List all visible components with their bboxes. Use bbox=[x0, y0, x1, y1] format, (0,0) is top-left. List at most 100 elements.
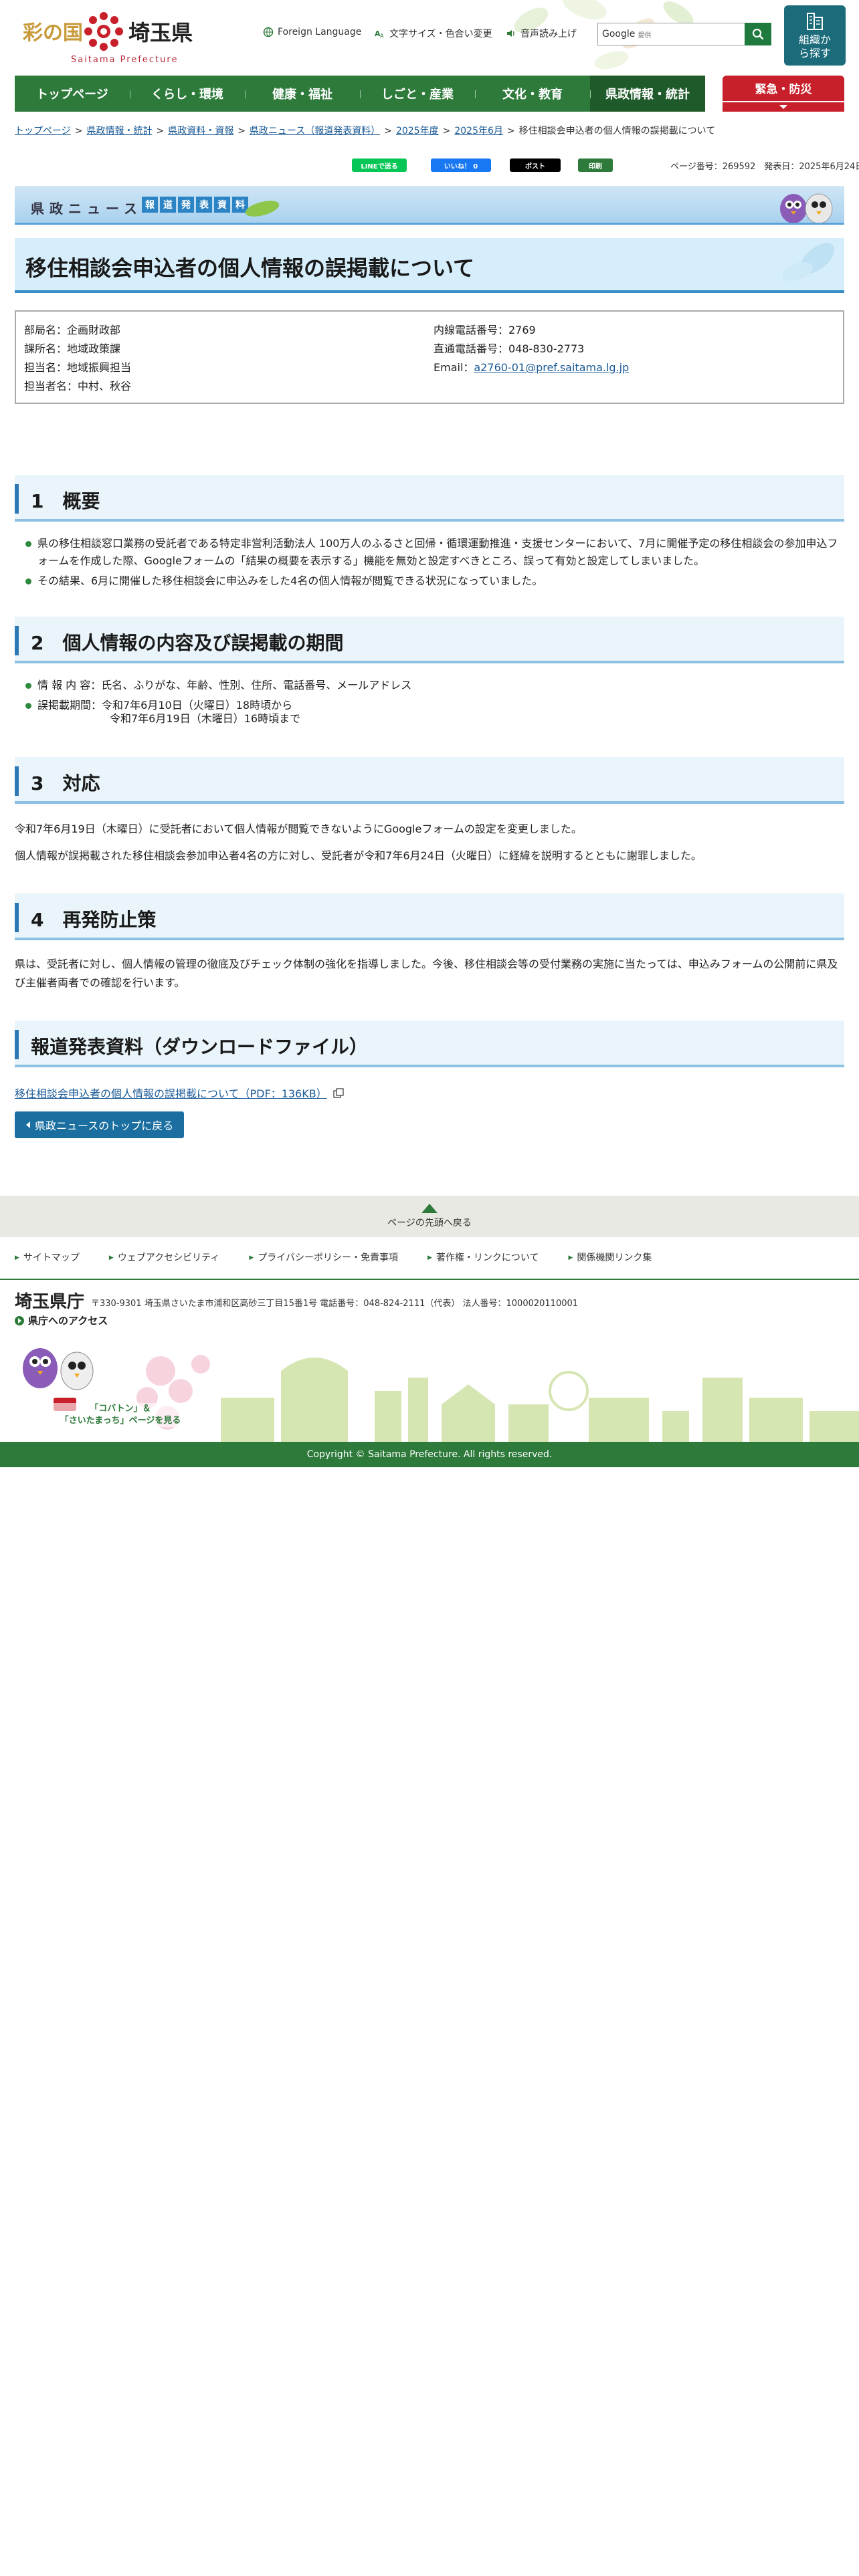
prefecture-emblem-icon bbox=[84, 12, 123, 51]
list-item: 県の移住相談窓口業務の受託者である特定非営利活動法人 100万人のふるさと回帰・… bbox=[24, 535, 844, 570]
chevron-down-icon bbox=[723, 101, 844, 112]
line-share-label: LINEで送る bbox=[361, 163, 398, 171]
section-heading-text: 1 概要 bbox=[31, 490, 100, 512]
section-heading-overview: 1 概要 bbox=[15, 475, 844, 522]
search-icon bbox=[752, 28, 764, 40]
nav-item-top[interactable]: トップページ bbox=[15, 76, 130, 112]
download-row: 移住相談会申込者の個人情報の誤掲載について（PDF：136KB） bbox=[15, 1085, 344, 1101]
nav-item-government[interactable]: 県政情報・統計 bbox=[590, 76, 705, 112]
breadcrumb-month[interactable]: 2025年6月 bbox=[454, 126, 503, 136]
chevron-left-icon bbox=[26, 1121, 30, 1128]
contact-email-link[interactable]: a2760-01@pref.saitama.lg.jp bbox=[474, 361, 629, 374]
breadcrumb-sep: > bbox=[506, 126, 515, 136]
section-heading-prevention: 4 再発防止策 bbox=[15, 893, 844, 940]
response-paragraph-2: 個人情報が誤掲載された移住相談会参加申込者4名の方に対し、受託者が令和7年6月2… bbox=[15, 849, 702, 862]
global-nav: トップページ くらし・環境 健康・福祉 しごと・産業 文化・教育 県政情報・統計 bbox=[15, 76, 705, 112]
nav-item-health[interactable]: 健康・福祉 bbox=[245, 76, 360, 112]
building-icon bbox=[807, 13, 823, 30]
org-search-button[interactable]: 組織から探す bbox=[784, 5, 846, 66]
copyright: Copyright © Saitama Prefecture. All righ… bbox=[0, 1442, 859, 1467]
overview-list: 県の移住相談窓口業務の受託者である特定非営利活動法人 100万人のふるさと回帰・… bbox=[24, 535, 844, 593]
footer-link-sitemap[interactable]: サイトマップ bbox=[15, 1251, 80, 1264]
emergency-button[interactable]: 緊急・防災 bbox=[723, 76, 844, 112]
section-heading-text: 報道発表資料（ダウンロードファイル） bbox=[31, 1036, 369, 1058]
footer-access-link[interactable]: 県庁へのアクセス bbox=[15, 1313, 108, 1327]
x-post-button[interactable]: ポスト bbox=[510, 158, 561, 172]
arrow-right-icon bbox=[15, 1315, 24, 1325]
svg-text:A: A bbox=[380, 33, 384, 39]
mascot-icon bbox=[780, 193, 833, 223]
details-list: 情 報 内 容：氏名、ふりがな、年齢、性別、住所、電話番号、メールアドレス 誤掲… bbox=[24, 677, 844, 714]
footer-divider bbox=[0, 1279, 859, 1280]
section-heading-text: 4 再発防止策 bbox=[31, 909, 157, 931]
foreign-language-label: Foreign Language bbox=[278, 27, 362, 37]
breadcrumb-news[interactable]: 県政ニュース（報道発表資料） bbox=[250, 126, 380, 136]
contact-email-label: Email： bbox=[434, 361, 474, 374]
globe-icon bbox=[263, 27, 274, 37]
line-share-button[interactable]: LINEで送る bbox=[352, 158, 407, 172]
nav-item-work[interactable]: しごと・産業 bbox=[360, 76, 475, 112]
search-button[interactable] bbox=[745, 23, 771, 45]
text-size-link[interactable]: AA 文字サイズ・色合い変更 bbox=[375, 27, 492, 40]
breadcrumb-sep: > bbox=[74, 126, 83, 136]
voice-readout-link[interactable]: 音声読み上げ bbox=[506, 27, 577, 40]
search-provider-label: 提供 bbox=[638, 31, 652, 39]
press-chip: 表 bbox=[196, 197, 212, 213]
org-search-label: 組織から探す bbox=[798, 33, 831, 60]
section-heading-response: 3 対応 bbox=[15, 757, 844, 804]
footer-link-related[interactable]: 関係機関リンク集 bbox=[568, 1251, 652, 1264]
breadcrumb-sep: > bbox=[237, 126, 246, 136]
press-chip: 発 bbox=[178, 197, 194, 213]
press-chip: 道 bbox=[160, 197, 176, 213]
social-buttons: LINEで送る いいね！ 0 ポスト 印刷 bbox=[352, 158, 613, 173]
section-heading-download: 報道発表資料（ダウンロードファイル） bbox=[15, 1021, 844, 1067]
section-heading-text: 3 対応 bbox=[31, 772, 100, 794]
mascot-caption-line1: 「コバトン」＆ bbox=[90, 1404, 151, 1414]
speaker-icon bbox=[507, 30, 514, 37]
contact-email-row: Email：a2760-01@pref.saitama.lg.jp bbox=[434, 358, 629, 377]
new-window-icon bbox=[333, 1088, 344, 1098]
foreign-language-link[interactable]: Foreign Language bbox=[263, 27, 361, 37]
pdf-download-link[interactable]: 移住相談会申込者の個人情報の誤掲載について（PDF：136KB） bbox=[15, 1087, 327, 1100]
breadcrumb-top[interactable]: トップページ bbox=[15, 126, 71, 136]
footer-link-accessibility[interactable]: ウェブアクセシビリティ bbox=[109, 1251, 219, 1264]
leaf-decoration-icon bbox=[782, 243, 835, 281]
site-logo[interactable]: 彩の国 埼玉県 Saitama Prefecture bbox=[23, 9, 197, 65]
arrow-up-icon bbox=[421, 1204, 438, 1213]
list-item: 情 報 内 容：氏名、ふりがな、年齢、性別、住所、電話番号、メールアドレス bbox=[24, 677, 844, 694]
nav-item-culture[interactable]: 文化・教育 bbox=[475, 76, 590, 112]
footer-address: 〒330-9301 埼玉県さいたま市浦和区高砂三丁目15番1号 電話番号：048… bbox=[91, 1299, 579, 1309]
facebook-like-label: いいね！ 0 bbox=[444, 163, 478, 171]
search-input[interactable]: Google 提供 bbox=[597, 23, 745, 45]
logo-text-saitamaken: 埼玉県 bbox=[128, 20, 193, 45]
search-form: Google 提供 bbox=[597, 23, 771, 45]
facebook-like-button[interactable]: いいね！ 0 bbox=[431, 158, 491, 172]
press-chip: 報 bbox=[142, 197, 158, 213]
breadcrumb-year[interactable]: 2025年度 bbox=[396, 126, 439, 136]
text-size-label: 文字サイズ・色合い変更 bbox=[389, 29, 492, 39]
page-info: ページ番号：269592 発表日：2025年6月24日18時 bbox=[670, 162, 859, 172]
list-item: その結果、6月に開催した移住相談会に申込みをした4名の個人情報が閲覧できる状況に… bbox=[24, 572, 844, 590]
section-heading-details: 2 個人情報の内容及び誤掲載の期間 bbox=[15, 617, 844, 663]
footer-links: サイトマップ ウェブアクセシビリティ プライバシーポリシー・免責事項 著作権・リ… bbox=[15, 1251, 844, 1264]
breadcrumb-materials[interactable]: 県政資料・資報 bbox=[168, 126, 233, 136]
mascot-page-link[interactable]: 「コバトン」＆ 「さいたまっち」ページを見る bbox=[47, 1403, 194, 1427]
footer-link-privacy[interactable]: プライバシーポリシー・免責事項 bbox=[249, 1251, 398, 1264]
nav-item-life[interactable]: くらし・環境 bbox=[130, 76, 245, 112]
voice-readout-label: 音声読み上げ bbox=[520, 29, 577, 39]
page-top-link[interactable]: ページの先頭へ戻る bbox=[0, 1196, 859, 1237]
contact-section: 課所名：地域政策課 bbox=[24, 342, 121, 355]
back-to-news-button[interactable]: 県政ニュースのトップに戻る bbox=[15, 1111, 185, 1138]
logo-text-en: Saitama Prefecture bbox=[71, 55, 179, 65]
search-placeholder: Google bbox=[602, 29, 636, 39]
back-to-news-label: 県政ニュースのトップに戻る bbox=[35, 1119, 174, 1132]
footer-link-copyright[interactable]: 著作権・リンクについて bbox=[427, 1251, 539, 1264]
breadcrumb-sep: > bbox=[384, 126, 392, 136]
breadcrumb-government[interactable]: 県政情報・統計 bbox=[86, 126, 152, 136]
footer-org-name: 埼玉県庁 bbox=[15, 1292, 85, 1312]
print-button[interactable]: 印刷 bbox=[578, 158, 613, 172]
text-size-icon: AA bbox=[375, 29, 384, 39]
prevention-paragraph: 県は、受託者に対し、個人情報の管理の徹底及びチェック体制の強化を指導しました。今… bbox=[15, 958, 838, 989]
mascot-caption-line2: 「さいたまっち」ページを見る bbox=[60, 1416, 181, 1426]
contact-box: 部局名：企画財政部 課所名：地域政策課 担当名：地域振興担当 担当者名：中村、秋… bbox=[15, 310, 844, 404]
